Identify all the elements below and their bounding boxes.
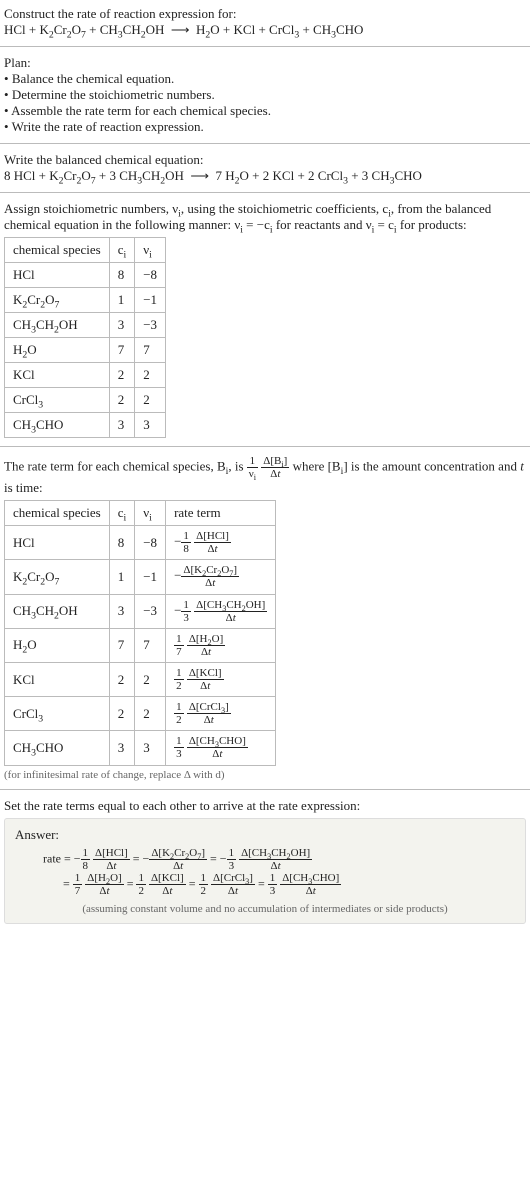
table-row: CrCl322 [5,388,166,413]
answer-label: Answer: [15,827,515,843]
rate-expression-line1: rate = −18 Δ[HCl]Δt = −Δ[K2Cr2O7]Δt = −1… [15,847,515,872]
table-row: CH3CHO3313 Δ[CH3CHO]Δt [5,731,276,765]
plan-item: • Write the rate of reaction expression. [4,119,526,135]
col-header: νi [135,238,166,263]
col-header: chemical species [5,501,110,526]
table-row: HCl8−8−18 Δ[HCl]Δt [5,526,276,560]
divider [0,192,530,193]
col-header: ci [109,501,135,526]
final-section: Set the rate terms equal to each other t… [0,792,530,930]
divider [0,46,530,47]
table-row: KCl22 [5,363,166,388]
stoich-intro: Assign stoichiometric numbers, νi, using… [4,201,526,233]
plan-item: • Balance the chemical equation. [4,71,526,87]
col-header: chemical species [5,238,110,263]
col-header: ci [109,238,135,263]
answer-box: Answer: rate = −18 Δ[HCl]Δt = −Δ[K2Cr2O7… [4,818,526,924]
table-header-row: chemical species ci νi [5,238,166,263]
rateterm-section: The rate term for each chemical species,… [0,449,530,787]
table-row: CH3CH2OH3−3−13 Δ[CH3CH2OH]Δt [5,594,276,628]
final-heading: Set the rate terms equal to each other t… [4,798,526,814]
plan-item: • Assemble the rate term for each chemic… [4,103,526,119]
table-row: CH3CHO33 [5,413,166,438]
divider [0,446,530,447]
question-prompt: Construct the rate of reaction expressio… [4,6,526,22]
table-row: CrCl32212 Δ[CrCl3]Δt [5,697,276,731]
plan-heading: Plan: [4,55,526,71]
balanced-heading: Write the balanced chemical equation: [4,152,526,168]
balanced-equation: 8 HCl + K2Cr2O7 + 3 CH3CH2OH ⟶ 7 H2O + 2… [4,168,526,184]
question-section: Construct the rate of reaction expressio… [0,0,530,44]
table-row: K2Cr2O71−1 [5,288,166,313]
stoich-table: chemical species ci νi HCl8−8 K2Cr2O71−1… [4,237,166,438]
footnote: (for infinitesimal rate of change, repla… [4,769,526,781]
assumption-note: (assuming constant volume and no accumul… [15,903,515,915]
plan-list: • Balance the chemical equation. • Deter… [4,71,526,135]
balanced-section: Write the balanced chemical equation: 8 … [0,146,530,190]
table-header-row: chemical species ci νi rate term [5,501,276,526]
unbalanced-equation: HCl + K2Cr2O7 + CH3CH2OH ⟶ H2O + KCl + C… [4,22,526,38]
rateterm-table: chemical species ci νi rate term HCl8−8−… [4,500,276,765]
plan-section: Plan: • Balance the chemical equation. •… [0,49,530,141]
table-row: H2O77 [5,338,166,363]
table-row: K2Cr2O71−1−Δ[K2Cr2O7]Δt [5,560,276,594]
rate-expression-line2: = 17 Δ[H2O]Δt = 12 Δ[KCl]Δt = 12 Δ[CrCl3… [15,872,515,897]
plan-item: • Determine the stoichiometric numbers. [4,87,526,103]
table-row: HCl8−8 [5,263,166,288]
table-row: H2O7717 Δ[H2O]Δt [5,628,276,662]
col-header: νi [135,501,166,526]
rateterm-intro: The rate term for each chemical species,… [4,455,526,496]
stoich-section: Assign stoichiometric numbers, νi, using… [0,195,530,444]
table-row: KCl2212 Δ[KCl]Δt [5,662,276,696]
divider [0,789,530,790]
table-row: CH3CH2OH3−3 [5,313,166,338]
divider [0,143,530,144]
col-header: rate term [166,501,276,526]
